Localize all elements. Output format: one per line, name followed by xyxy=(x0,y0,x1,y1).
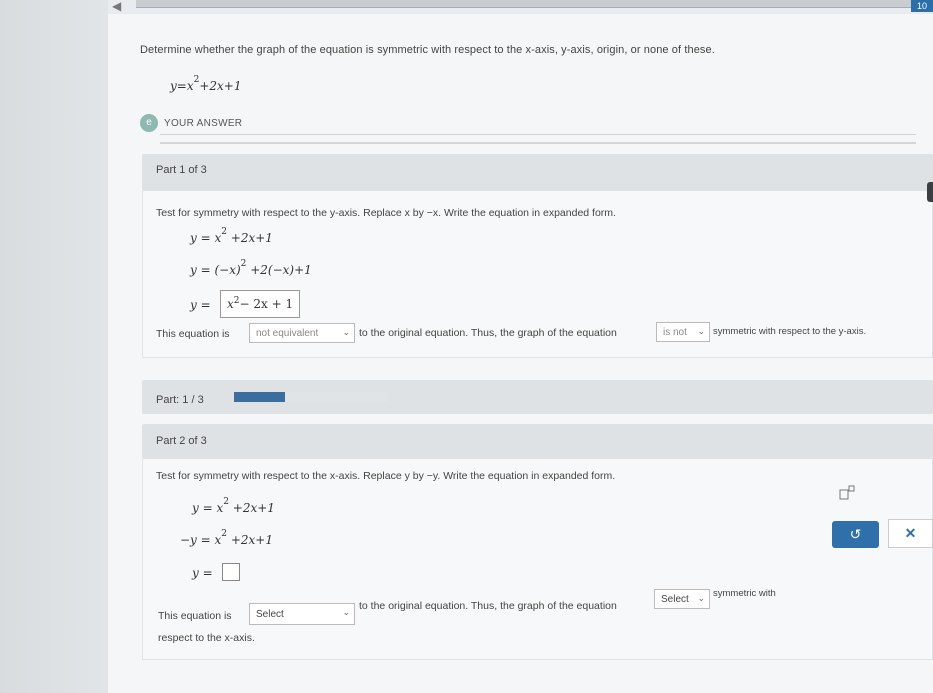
left-gutter xyxy=(0,0,108,693)
part1-symmetry-dropdown[interactable]: is not ⌄ xyxy=(656,322,710,342)
part2-answer-input[interactable] xyxy=(222,563,240,581)
part1-sentence-mid: to the original equation. Thus, the grap… xyxy=(359,327,617,339)
part1-line2: y = (−x)2 +2(−x)+1 xyxy=(190,259,312,277)
part2-sentence-mid: to the original equation. Thus, the grap… xyxy=(359,600,617,612)
answer-rest: − 2x + 1 xyxy=(239,297,294,311)
equation-rhs: +2x+1 xyxy=(199,79,242,93)
undo-icon: ↺ xyxy=(849,526,862,542)
line2-rhs: +2x+1 xyxy=(227,533,273,547)
chevron-down-icon: ⌄ xyxy=(697,593,705,603)
equation-exponent: 2 xyxy=(193,75,200,85)
part2-sentence-tail: respect to the x-axis. xyxy=(158,632,255,644)
part1-line3-lhs: y = xyxy=(190,298,211,312)
part1-sentence-end: symmetric with respect to the y-axis. xyxy=(713,326,867,337)
corner-badge: 10 xyxy=(911,0,933,12)
back-arrow-icon[interactable]: ◀ xyxy=(112,0,126,14)
line2-exponent: 2 xyxy=(221,529,228,539)
dropdown-value: not equivalent xyxy=(256,327,319,339)
part1-title: Part 1 of 3 xyxy=(156,164,207,176)
close-icon: ✕ xyxy=(904,525,917,541)
part1-instruction: Test for symmetry with respect to the y-… xyxy=(156,207,616,219)
line2-lhs: y = (−x) xyxy=(190,263,241,277)
line2-lhs: −y = x xyxy=(180,533,222,547)
line1-exponent: 2 xyxy=(221,227,227,237)
answer-base: x xyxy=(227,297,234,311)
your-answer-section: e YOUR ANSWER xyxy=(140,114,242,132)
chevron-down-icon: ⌄ xyxy=(697,326,705,336)
part1-answer-input[interactable]: x2 − 2x + 1 xyxy=(220,290,301,318)
part2-line1: y = x2 +2x+1 xyxy=(192,497,275,515)
equation-lhs: y=x xyxy=(170,79,194,93)
part2-sentence-start: This equation is xyxy=(158,610,232,622)
line1-rhs: +2x+1 xyxy=(226,231,273,245)
part2-sentence-end: symmetric with xyxy=(713,588,776,599)
side-handle[interactable] xyxy=(927,182,933,202)
clear-button[interactable]: ✕ xyxy=(888,519,933,548)
answer-divider xyxy=(160,134,916,144)
part1-equivalence-dropdown[interactable]: not equivalent ⌄ xyxy=(249,323,355,343)
part2-symmetry-dropdown[interactable]: Select ⌄ xyxy=(654,589,710,609)
dropdown-value: is not xyxy=(663,326,687,338)
line1-lhs: y = x xyxy=(192,501,224,515)
progress-fill xyxy=(234,392,285,402)
line2-exponent: 2 xyxy=(240,259,247,269)
part2-equivalence-dropdown[interactable]: Select ⌄ xyxy=(249,603,355,625)
part2-instruction: Test for symmetry with respect to the x-… xyxy=(156,470,616,482)
line1-rhs: +2x+1 xyxy=(228,501,275,515)
part2-body xyxy=(142,458,933,660)
top-bar xyxy=(136,0,933,8)
progress-label: Part: 1 / 3 xyxy=(156,394,204,406)
part2-line3-lhs: y = xyxy=(192,566,213,580)
chevron-down-icon: ⌄ xyxy=(342,607,350,617)
dropdown-value: Select xyxy=(256,608,284,620)
line1-lhs: y = x xyxy=(190,231,222,245)
your-answer-label: YOUR ANSWER xyxy=(164,117,243,129)
line2-rhs: +2(−x)+1 xyxy=(246,263,312,277)
chevron-down-icon: ⌄ xyxy=(342,327,350,337)
undo-button[interactable]: ↺ xyxy=(832,521,879,548)
question-prompt: Determine whether the graph of the equat… xyxy=(140,44,715,56)
part2-header: Part 2 of 3 xyxy=(142,424,933,458)
part2-line2: −y = x2 +2x+1 xyxy=(180,529,273,547)
part1-line1: y = x2 +2x+1 xyxy=(190,227,273,245)
line1-exponent: 2 xyxy=(223,497,229,507)
part2-title: Part 2 of 3 xyxy=(156,435,207,447)
answer-icon: e xyxy=(140,114,158,132)
progress-bar xyxy=(234,392,387,402)
answer-exponent: 2 xyxy=(233,296,240,306)
part1-header: Part 1 of 3 xyxy=(142,154,933,190)
superscript-icon[interactable] xyxy=(838,484,858,502)
dropdown-value: Select xyxy=(661,593,689,605)
part1-sentence-start: This equation is xyxy=(156,328,230,340)
question-equation: y=x2+2x+1 xyxy=(170,75,242,93)
